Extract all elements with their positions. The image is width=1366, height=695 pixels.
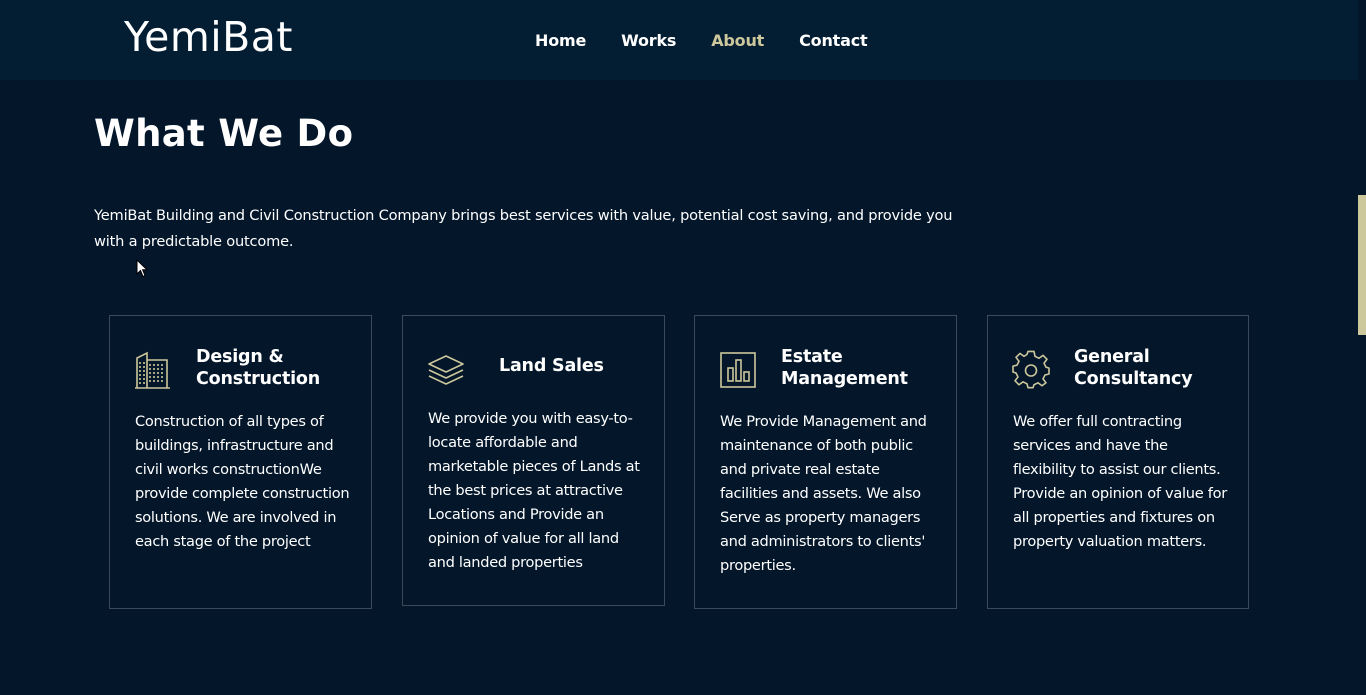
nav-link-works[interactable]: Works bbox=[621, 31, 676, 51]
service-description: We Provide Management and maintenance of… bbox=[720, 413, 927, 574]
building-icon bbox=[134, 350, 172, 390]
page-scrollbar[interactable] bbox=[1358, 0, 1366, 695]
service-title: General Consultancy bbox=[1074, 347, 1193, 389]
service-card-estate-management: Estate Management We Provide Management … bbox=[694, 315, 957, 609]
top-navbar: YemiBat Home Works About Contact bbox=[0, 0, 1358, 80]
page-title: What We Do bbox=[94, 112, 354, 155]
service-card-design-construction: Design & Construction Construction of al… bbox=[109, 315, 372, 609]
service-description: We offer full contracting services and h… bbox=[1013, 413, 1227, 550]
service-title: Estate Management bbox=[781, 347, 908, 389]
intro-text: YemiBat Building and Civil Construction … bbox=[94, 207, 953, 250]
nav-link-contact[interactable]: Contact bbox=[799, 31, 868, 51]
service-card-general-consultancy: General Consultancy We offer full contra… bbox=[987, 315, 1249, 609]
bar-chart-icon bbox=[719, 350, 757, 390]
service-card-land-sales: Land Sales We provide you with easy-to-l… bbox=[402, 315, 665, 606]
mouse-cursor-icon bbox=[136, 259, 148, 278]
service-title: Land Sales bbox=[499, 356, 604, 376]
scrollbar-thumb[interactable] bbox=[1358, 195, 1366, 335]
nav-link-home[interactable]: Home bbox=[535, 31, 586, 51]
nav-link-about[interactable]: About bbox=[711, 31, 764, 51]
main-nav: Home Works About Contact bbox=[535, 31, 902, 51]
gear-icon bbox=[1012, 350, 1050, 390]
layers-icon bbox=[427, 350, 465, 390]
service-title: Design & Construction bbox=[196, 347, 321, 389]
service-description: Construction of all types of buildings, … bbox=[135, 413, 350, 550]
service-description: We provide you with easy-to-locate affor… bbox=[428, 410, 640, 571]
brand-logo[interactable]: YemiBat bbox=[124, 12, 293, 62]
